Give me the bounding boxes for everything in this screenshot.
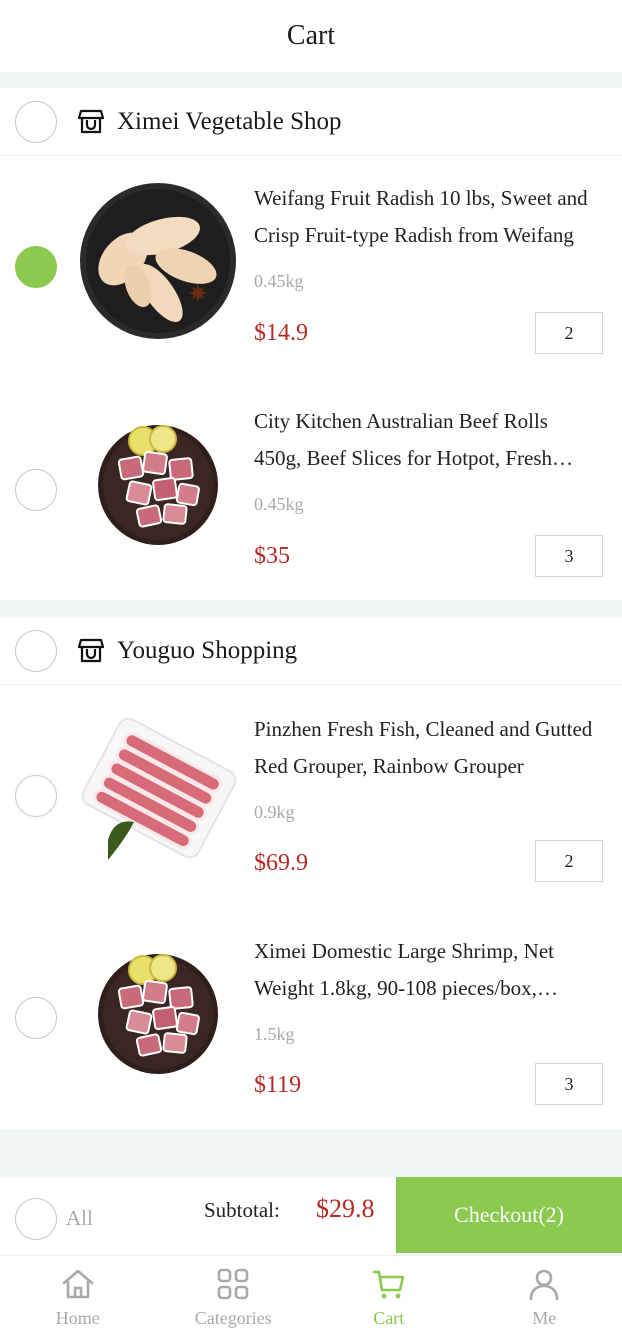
checkout-button[interactable]: Checkout(2): [396, 1177, 622, 1253]
item-select-radio[interactable]: [15, 775, 57, 817]
grid-icon: [217, 1268, 249, 1300]
product-weight: 0.45kg: [254, 271, 304, 291]
tab-label: Home: [55, 1308, 100, 1328]
product-image[interactable]: [78, 710, 238, 870]
product-image[interactable]: [78, 932, 238, 1092]
tab-cart[interactable]: Cart: [311, 1256, 467, 1342]
select-all-radio[interactable]: [15, 1198, 57, 1240]
page-title: Cart: [286, 20, 336, 51]
shop-card: Youguo Shopping Pinzhen Fresh Fish, Clea…: [0, 617, 622, 1129]
tab-home[interactable]: Home: [0, 1256, 156, 1342]
product-price: $14.9: [254, 320, 308, 346]
product-weight: 0.45kg: [254, 494, 304, 514]
cart-item: Weifang Fruit Radish 10 lbs, Sweet and C…: [0, 156, 622, 378]
subtotal-label: Subtotal:: [204, 1198, 280, 1222]
product-title[interactable]: Ximei Domestic Large Shrimp, Net Weight …: [254, 933, 598, 1007]
quantity-stepper[interactable]: 2: [535, 840, 603, 882]
shop-name: Youguo Shopping: [117, 636, 298, 664]
page-header: Cart: [0, 0, 622, 72]
user-icon: [529, 1269, 559, 1301]
product-price: $69.9: [254, 850, 308, 876]
product-title[interactable]: City Kitchen Australian Beef Rolls 450g,…: [254, 403, 598, 477]
item-select-radio[interactable]: [15, 997, 57, 1039]
tab-label: Categories: [194, 1308, 272, 1328]
shop-select-radio[interactable]: [15, 629, 57, 672]
tab-label: Me: [532, 1308, 557, 1328]
shop-icon: [77, 637, 105, 665]
shop-header: Youguo Shopping: [0, 617, 622, 685]
product-title[interactable]: Pinzhen Fresh Fish, Cleaned and Gutted R…: [254, 711, 598, 785]
cart-item: Ximei Domestic Large Shrimp, Net Weight …: [0, 907, 622, 1129]
product-image[interactable]: [78, 181, 238, 341]
item-select-radio[interactable]: [15, 246, 57, 288]
product-image[interactable]: [78, 403, 238, 563]
quantity-stepper[interactable]: 3: [535, 535, 603, 577]
cart-item: Pinzhen Fresh Fish, Cleaned and Gutted R…: [0, 685, 622, 907]
product-price: $119: [254, 1072, 302, 1098]
quantity-stepper[interactable]: 2: [535, 312, 603, 354]
select-all-label[interactable]: All: [66, 1206, 93, 1231]
bottom-tab-bar: Home Categories Cart Me: [0, 1255, 622, 1342]
product-title[interactable]: Weifang Fruit Radish 10 lbs, Sweet and C…: [254, 180, 598, 254]
product-weight: 1.5kg: [254, 1024, 295, 1044]
cart-icon: [372, 1270, 405, 1299]
product-price: $35: [254, 543, 290, 569]
shop-header: Ximei Vegetable Shop: [0, 88, 622, 156]
home-icon: [62, 1269, 94, 1299]
tab-categories[interactable]: Categories: [156, 1256, 312, 1342]
subtotal-value: $29.8: [316, 1194, 375, 1223]
item-select-radio[interactable]: [15, 469, 57, 511]
tab-label: Cart: [373, 1308, 405, 1328]
shop-icon: [77, 108, 105, 136]
cart-item: City Kitchen Australian Beef Rolls 450g,…: [0, 378, 622, 600]
shop-card: Ximei Vegetable Shop Weifang Fruit Radis…: [0, 88, 622, 600]
shop-select-radio[interactable]: [15, 100, 57, 143]
shop-name: Ximei Vegetable Shop: [117, 107, 342, 135]
checkout-bar: All Subtotal: $29.8 Checkout(2): [0, 1177, 622, 1255]
tab-me[interactable]: Me: [467, 1256, 622, 1342]
quantity-stepper[interactable]: 3: [535, 1063, 603, 1105]
product-weight: 0.9kg: [254, 802, 295, 822]
